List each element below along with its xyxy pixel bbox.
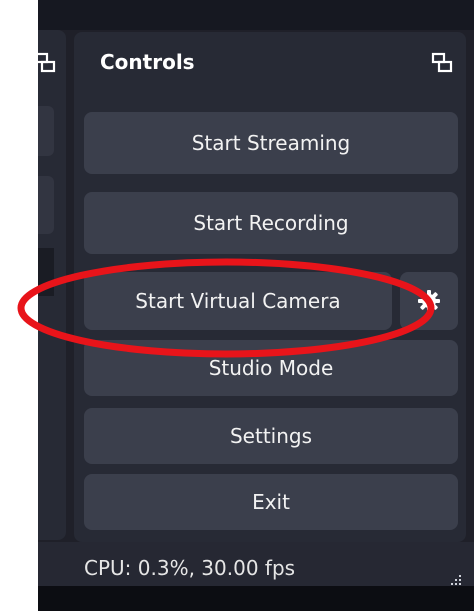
cpu-fps-status: CPU: 0.3%, 30.00 fps xyxy=(84,556,296,580)
left-dock-panel xyxy=(38,248,54,296)
exit-button[interactable]: Exit xyxy=(84,474,458,530)
start-recording-button[interactable]: Start Recording xyxy=(84,192,458,254)
settings-button[interactable]: Settings xyxy=(84,408,458,464)
studio-mode-button[interactable]: Studio Mode xyxy=(84,340,458,396)
start-virtual-camera-button[interactable]: Start Virtual Camera xyxy=(84,272,392,330)
left-dock-item[interactable] xyxy=(38,176,54,234)
top-bar xyxy=(38,0,474,30)
resize-grip-icon[interactable] xyxy=(450,574,462,586)
bottom-strip xyxy=(38,586,474,611)
window-float-icon[interactable] xyxy=(431,52,453,74)
left-dock-item[interactable] xyxy=(38,106,54,156)
virtual-camera-settings-button[interactable] xyxy=(400,272,458,330)
start-streaming-button[interactable]: Start Streaming xyxy=(84,112,458,174)
dock-title: Controls xyxy=(100,50,195,74)
window-float-icon[interactable] xyxy=(38,52,56,74)
gear-icon xyxy=(418,290,440,312)
